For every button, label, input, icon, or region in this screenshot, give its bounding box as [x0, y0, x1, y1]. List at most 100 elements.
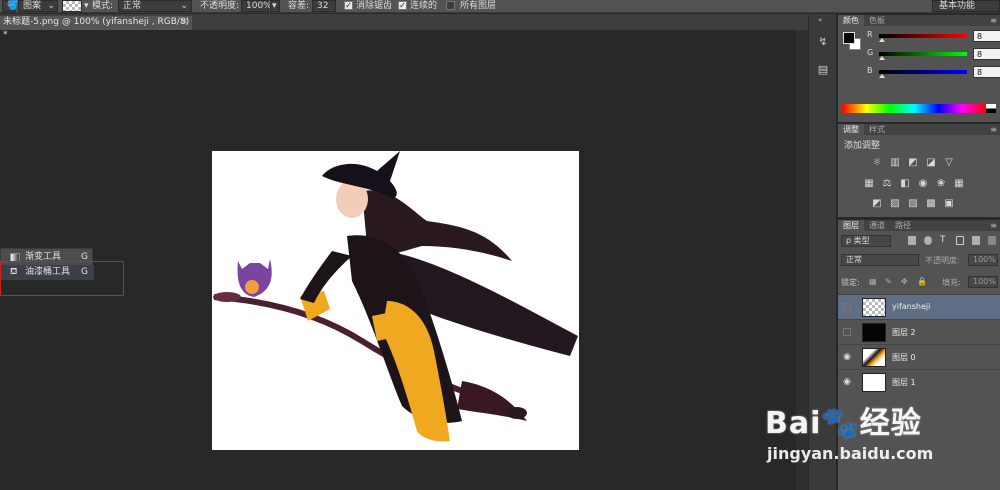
- tab-color[interactable]: 颜色: [838, 15, 864, 26]
- color-spectrum-ramp[interactable]: [842, 104, 996, 113]
- add-adjustment-title: 添加调整: [844, 141, 881, 151]
- tab-layers[interactable]: 图层: [838, 220, 864, 231]
- filter-shape-icon[interactable]: [956, 236, 964, 245]
- filter-type-icon[interactable]: T: [940, 236, 948, 245]
- green-value-input[interactable]: 8: [973, 48, 1000, 60]
- layer-blend-mode-select[interactable]: 正常: [841, 254, 919, 266]
- eye-icon[interactable]: ◉: [842, 352, 852, 362]
- fill-source-select[interactable]: 图案 ⌄: [18, 0, 58, 12]
- mode-label: 模式:: [92, 1, 114, 11]
- watermark-url: jingyan.baidu.com: [767, 444, 934, 463]
- opacity-input[interactable]: 100%: [241, 0, 272, 12]
- vibrance-icon[interactable]: ▽: [944, 158, 954, 168]
- watermark-brand: Bai🐾经验: [765, 406, 922, 441]
- posterize-icon[interactable]: ▨: [890, 199, 900, 209]
- chevron-down-icon: ⌄: [47, 1, 55, 11]
- antialias-checkbox[interactable]: ✓: [344, 1, 353, 10]
- shoe: [507, 407, 527, 419]
- threshold-icon[interactable]: ▧: [908, 199, 918, 209]
- pattern-swatch[interactable]: [62, 0, 82, 12]
- opacity-slider-toggle[interactable]: ▾: [270, 0, 280, 12]
- layer-opacity-input[interactable]: 100%: [968, 254, 998, 266]
- selective-color-icon[interactable]: ▣: [944, 199, 954, 209]
- panel-menu-icon[interactable]: ≡: [990, 15, 997, 26]
- lock-paint-icon[interactable]: ✎: [885, 277, 892, 286]
- witch-on-broom-artwork: [213, 151, 578, 442]
- layer-row-layer-0[interactable]: ◉ 图层 0: [838, 344, 1000, 369]
- document-canvas[interactable]: [212, 151, 579, 450]
- layer-thumbnail: [862, 298, 886, 317]
- blue-slider[interactable]: [879, 70, 967, 74]
- layer-name[interactable]: yifansheji: [892, 302, 930, 311]
- history-icon[interactable]: ↯: [817, 36, 829, 48]
- channel-mixer-icon[interactable]: ❀: [936, 179, 946, 189]
- color-lookup-icon[interactable]: ▦: [954, 179, 964, 189]
- tab-paths[interactable]: 路径: [890, 220, 916, 231]
- red-slider-thumb[interactable]: [879, 38, 885, 42]
- blue-slider-thumb[interactable]: [879, 74, 885, 78]
- lock-all-icon[interactable]: 🔒: [917, 277, 927, 286]
- lock-fill-row: 锁定: ▦ ✎ ✥ 🔒 填充: 100%: [838, 276, 1000, 289]
- document-tab[interactable]: 未标题-5.png @ 100% (yifansheji , RGB/8) * …: [0, 16, 192, 40]
- brightness-contrast-icon[interactable]: ☼: [872, 158, 882, 168]
- layer-name[interactable]: 图层 2: [892, 327, 916, 338]
- contiguous-label: 连续的: [410, 1, 438, 11]
- layer-opacity-label: 不透明度:: [925, 256, 960, 265]
- fill-label: 填充:: [942, 278, 961, 287]
- fill-input[interactable]: 100%: [968, 276, 998, 288]
- panel-menu-icon[interactable]: ≡: [990, 220, 997, 231]
- lock-move-icon[interactable]: ✥: [901, 277, 908, 286]
- blend-mode-select[interactable]: 正常 ⌄: [118, 0, 192, 12]
- filter-toggle-icon[interactable]: [988, 236, 996, 245]
- exposure-icon[interactable]: ◪: [926, 158, 936, 168]
- invert-icon[interactable]: ◩: [872, 199, 882, 209]
- layer-name[interactable]: 图层 0: [892, 352, 916, 363]
- fill-source-value: 图案: [23, 1, 42, 11]
- baidu-jingyan-watermark: Bai🐾经验 jingyan.baidu.com: [765, 384, 995, 474]
- cuff-right: [372, 311, 400, 341]
- foreground-color-swatch[interactable]: [843, 32, 855, 44]
- all-layers-label: 所有图层: [460, 1, 497, 11]
- tab-channels[interactable]: 通道: [864, 220, 890, 231]
- green-channel-row: G 8: [867, 48, 1000, 61]
- red-channel-label: R: [867, 30, 873, 39]
- green-slider-thumb[interactable]: [879, 56, 885, 60]
- broom-tip: [213, 292, 241, 302]
- photo-filter-icon[interactable]: ◉: [918, 179, 928, 189]
- tolerance-input[interactable]: 32: [312, 0, 336, 12]
- properties-icon[interactable]: ▤: [817, 64, 829, 76]
- filter-pixel-icon[interactable]: [908, 236, 916, 245]
- color-panel-tabs: 颜色 色板 ≡: [838, 15, 1000, 26]
- filter-smart-object-icon[interactable]: [972, 236, 980, 245]
- workspace-switcher[interactable]: 基本功能: [932, 0, 1000, 12]
- tab-swatches[interactable]: 色板: [864, 15, 890, 26]
- visibility-toggle[interactable]: [843, 328, 851, 336]
- layer-row-layer-2[interactable]: 图层 2: [838, 319, 1000, 344]
- collapse-arrows-icon[interactable]: «: [818, 16, 822, 24]
- visibility-toggle[interactable]: [843, 303, 851, 311]
- all-layers-checkbox[interactable]: [446, 1, 455, 10]
- pattern-dropdown-icon[interactable]: ▾: [84, 0, 89, 12]
- red-slider[interactable]: [879, 34, 967, 38]
- layer-row-yifansheji[interactable]: yifansheji: [838, 294, 1000, 319]
- green-slider[interactable]: [879, 52, 967, 56]
- color-balance-icon[interactable]: ⚖: [882, 179, 892, 189]
- black-white-icon[interactable]: ◧: [900, 179, 910, 189]
- red-value-input[interactable]: 8: [973, 30, 1000, 42]
- lock-transparent-icon[interactable]: ▦: [869, 277, 877, 286]
- levels-icon[interactable]: ▥: [890, 158, 900, 168]
- blue-value-input[interactable]: 8: [973, 66, 1000, 78]
- tab-adjustments[interactable]: 调整: [838, 124, 864, 135]
- panel-menu-icon[interactable]: ≡: [990, 124, 997, 135]
- curves-icon[interactable]: ◩: [908, 158, 918, 168]
- filter-adjustment-icon[interactable]: [924, 236, 932, 245]
- paint-bucket-tool-preset-icon[interactable]: 🪣: [2, 0, 18, 12]
- tab-styles[interactable]: 样式: [864, 124, 890, 135]
- tolerance-label: 容差:: [288, 1, 310, 11]
- hue-saturation-icon[interactable]: ▦: [864, 179, 874, 189]
- contiguous-checkbox[interactable]: ✓: [398, 1, 407, 10]
- close-icon[interactable]: ×: [180, 16, 188, 29]
- owl-belly: [245, 280, 259, 294]
- gradient-map-icon[interactable]: ▩: [926, 199, 936, 209]
- layer-filter-select[interactable]: ρ 类型: [841, 235, 891, 247]
